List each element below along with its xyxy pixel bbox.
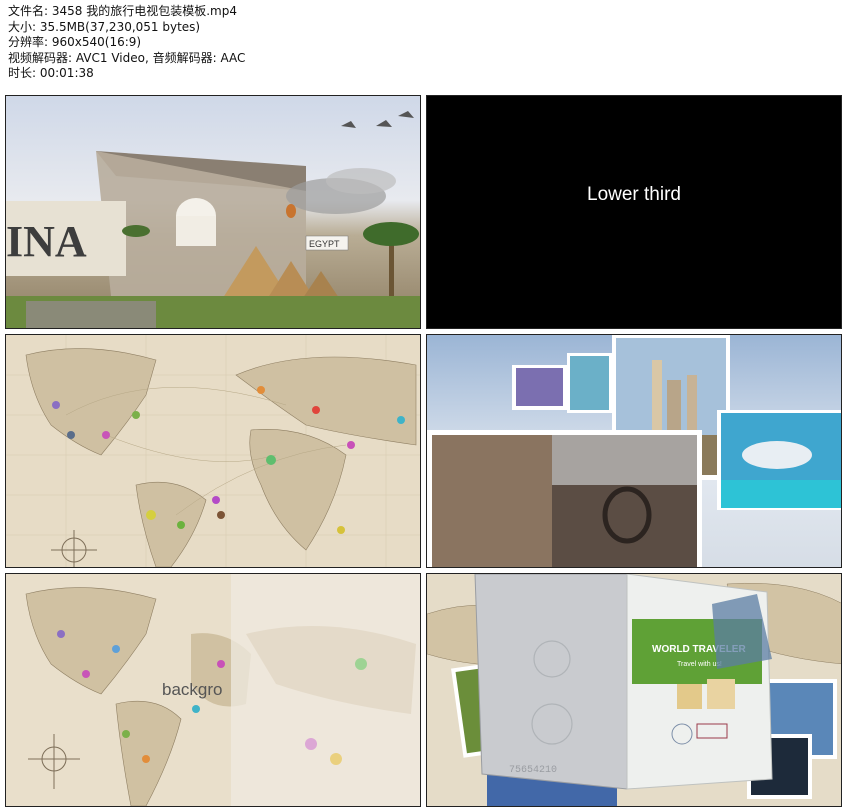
passport-number: 75654210 <box>509 765 557 776</box>
big-word: INA <box>6 217 87 266</box>
codec-line: 视频解码器: AVC1 Video, 音频解码器: AAC <box>8 50 246 65</box>
thumbnail-1[interactable]: INA EGYPT <box>5 95 421 329</box>
duration-line: 时长: 00:01:38 <box>8 66 94 80</box>
thumbnail-4[interactable] <box>426 334 842 568</box>
sign-egypt: EGYPT <box>309 239 340 249</box>
landmarks-scene: INA EGYPT <box>6 111 420 328</box>
photo-collage <box>427 335 841 567</box>
thumbnail-3[interactable] <box>5 334 421 568</box>
thumbnail-5[interactable]: backgro <box>5 573 421 807</box>
passport-scene: 75654210 WORLD TRAVELER Travel with us! <box>427 574 841 806</box>
filename-line: 文件名: 3458 我的旅行电视包装模板.mp4 <box>8 4 237 18</box>
size-line: 大小: 35.5MB(37,230,051 bytes) <box>8 19 201 34</box>
resolution-line: 分辨率: 960x540(16:9) <box>8 35 142 49</box>
card-subtitle: Travel with us! <box>677 661 722 668</box>
world-map <box>6 335 420 567</box>
thumbnail-6[interactable]: 75654210 WORLD TRAVELER Travel with us! <box>426 573 842 807</box>
background-caption: backgro <box>162 680 223 699</box>
thumbnail-2[interactable]: Lower third <box>426 95 842 329</box>
file-info: 文件名: 3458 我的旅行电视包装模板.mp4 大小: 35.5MB(37,2… <box>8 4 245 82</box>
lower-third-caption: Lower third <box>587 184 681 205</box>
